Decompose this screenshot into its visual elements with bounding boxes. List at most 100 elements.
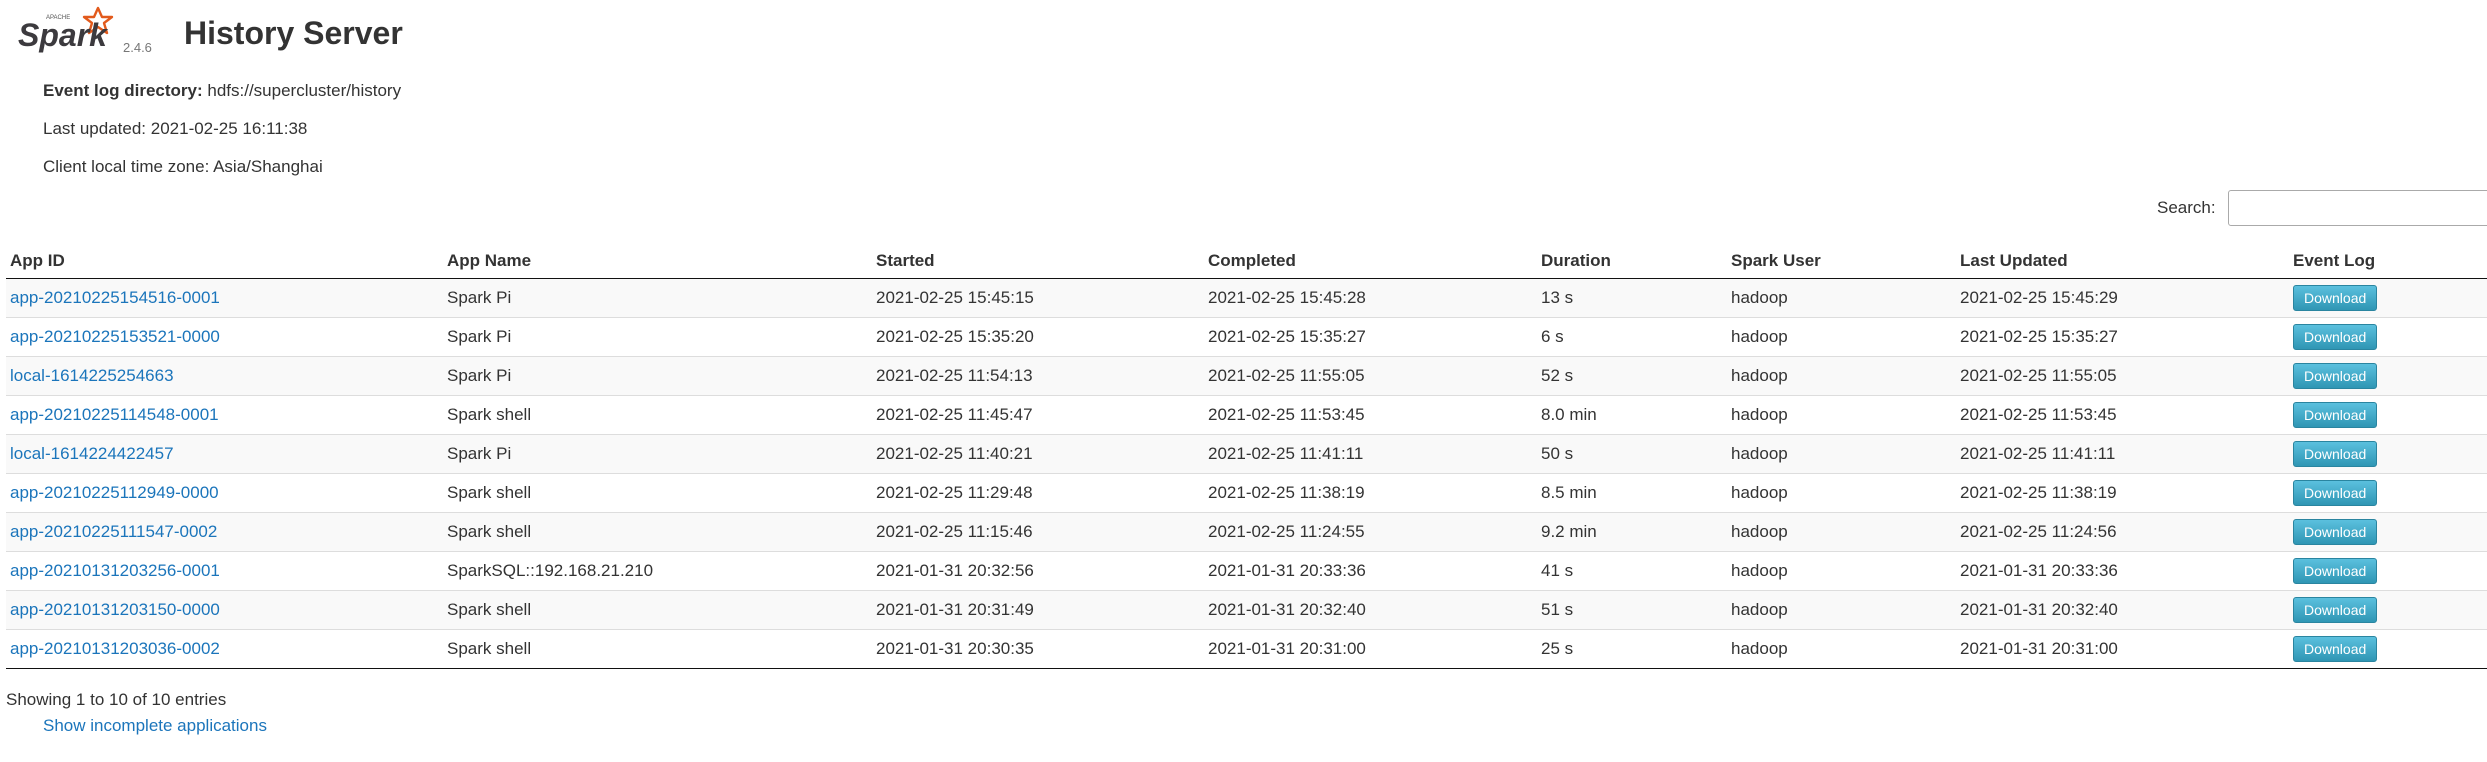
last-updated-cell: 2021-02-25 15:35:27 [1956, 317, 2289, 357]
table-body: app-20210225154516-0001 Spark Pi 2021-02… [6, 278, 2487, 669]
table-row: app-20210131203256-0001 SparkSQL::192.16… [6, 551, 2487, 591]
app-name-cell: Spark shell [443, 590, 872, 630]
app-id-link[interactable]: app-20210225153521-0000 [10, 327, 220, 346]
col-header-spark-user[interactable]: Spark User [1727, 244, 1956, 279]
event-log-label: Event log directory: [43, 81, 203, 100]
search-input[interactable] [2228, 190, 2487, 226]
logo-text: Spark [18, 17, 109, 53]
col-header-last-updated[interactable]: Last Updated [1956, 244, 2289, 279]
spark-user-cell: hadoop [1727, 356, 1956, 396]
download-button[interactable]: Download [2293, 480, 2378, 506]
duration-cell: 13 s [1541, 288, 1574, 307]
app-id-link[interactable]: app-20210131203150-0000 [10, 600, 220, 619]
app-name-cell: Spark shell [443, 473, 872, 513]
completed-cell: 2021-02-25 11:24:55 [1204, 512, 1537, 552]
completed-cell: 2021-02-25 11:55:05 [1204, 356, 1537, 396]
app-id-link[interactable]: local-1614225254663 [10, 366, 174, 385]
table-row: app-20210225112949-0000 Spark shell 2021… [6, 473, 2487, 513]
col-header-app-id[interactable]: App ID [6, 244, 443, 279]
started-cell: 2021-01-31 20:32:56 [872, 551, 1204, 591]
completed-cell: 2021-02-25 15:45:28 [1208, 288, 1366, 307]
table-row: local-1614225254663 Spark Pi 2021-02-25 … [6, 356, 2487, 396]
started-cell: 2021-01-31 20:31:49 [872, 590, 1204, 630]
col-header-completed[interactable]: Completed [1204, 244, 1537, 279]
started-cell: 2021-02-25 11:54:13 [872, 356, 1204, 396]
last-updated-cell: 2021-01-31 20:31:00 [1956, 629, 2289, 669]
app-id-link[interactable]: app-20210225111547-0002 [10, 522, 217, 541]
download-button[interactable]: Download [2293, 441, 2378, 467]
started-cell: 2021-02-25 15:35:20 [872, 317, 1204, 357]
app-name-cell: Spark shell [443, 629, 872, 669]
last-updated-cell: 2021-02-25 11:41:11 [1956, 434, 2289, 474]
app-name-cell: Spark shell [443, 512, 872, 552]
download-button[interactable]: Download [2293, 324, 2378, 350]
download-button[interactable]: Download [2293, 519, 2378, 545]
applications-table: App ID App Name Started Completed Durati… [6, 244, 2487, 669]
duration-cell: 50 s [1537, 434, 1727, 474]
client-timezone: Client local time zone: Asia/Shanghai [43, 157, 323, 176]
completed-cell: 2021-01-31 20:33:36 [1204, 551, 1537, 591]
last-updated-cell: 2021-01-31 20:33:36 [1956, 551, 2289, 591]
download-button[interactable]: Download [2293, 597, 2378, 623]
download-button[interactable]: Download [2293, 363, 2378, 389]
app-name-cell: Spark Pi [443, 317, 872, 357]
col-header-app-name[interactable]: App Name [443, 244, 872, 279]
started-cell: 2021-02-25 15:45:15 [876, 288, 1034, 307]
spark-user-cell: hadoop [1727, 317, 1956, 357]
started-cell: 2021-02-25 11:15:46 [872, 512, 1204, 552]
app-name-cell: Spark Pi [443, 434, 872, 474]
download-button[interactable]: Download [2293, 402, 2378, 428]
app-id-link[interactable]: app-20210131203036-0002 [10, 639, 220, 658]
app-id-link[interactable]: app-20210225154516-0001 [10, 288, 220, 307]
spark-user-cell: hadoop [1727, 473, 1956, 513]
col-header-started[interactable]: Started [872, 244, 1204, 279]
table-row: app-20210225111547-0002 Spark shell 2021… [6, 512, 2487, 552]
download-button[interactable]: Download [2293, 636, 2378, 662]
app-id-link[interactable]: app-20210131203256-0001 [10, 561, 220, 580]
spark-user-cell: hadoop [1731, 288, 1788, 307]
spark-user-cell: hadoop [1727, 434, 1956, 474]
app-id-link[interactable]: app-20210225112949-0000 [10, 483, 219, 502]
last-updated: Last updated: 2021-02-25 16:11:38 [43, 119, 308, 138]
col-header-duration[interactable]: Duration [1537, 244, 1727, 279]
spark-user-cell: hadoop [1727, 629, 1956, 669]
duration-cell: 9.2 min [1537, 512, 1727, 552]
col-header-event-log[interactable]: Event Log [2289, 244, 2487, 279]
table-row: app-20210131203036-0002 Spark shell 2021… [6, 629, 2487, 669]
last-updated-cell: 2021-02-25 11:38:19 [1956, 473, 2289, 513]
table-row: app-20210225154516-0001 Spark Pi 2021-02… [6, 278, 2487, 318]
download-button[interactable]: Download [2293, 558, 2378, 584]
spark-user-cell: hadoop [1727, 395, 1956, 435]
duration-cell: 25 s [1537, 629, 1727, 669]
page-title: History Server [184, 15, 403, 51]
show-incomplete-link[interactable]: Show incomplete applications [43, 716, 267, 736]
spark-user-cell: hadoop [1727, 551, 1956, 591]
last-updated-cell: 2021-01-31 20:32:40 [1956, 590, 2289, 630]
table-row: app-20210225153521-0000 Spark Pi 2021-02… [6, 317, 2487, 357]
duration-cell: 8.5 min [1537, 473, 1727, 513]
app-name-cell: SparkSQL::192.168.21.210 [443, 551, 872, 591]
last-updated-cell: 2021-02-25 11:53:45 [1956, 395, 2289, 435]
completed-cell: 2021-01-31 20:32:40 [1204, 590, 1537, 630]
app-id-link[interactable]: local-1614224422457 [10, 444, 174, 463]
started-cell: 2021-01-31 20:30:35 [872, 629, 1204, 669]
app-name-cell: Spark Pi [447, 288, 512, 307]
table-row: local-1614224422457 Spark Pi 2021-02-25 … [6, 434, 2487, 474]
completed-cell: 2021-02-25 11:53:45 [1204, 395, 1537, 435]
last-updated-cell: 2021-02-25 15:45:29 [1960, 288, 2118, 307]
version-label: 2.4.6 [123, 40, 152, 55]
app-name-cell: Spark Pi [443, 356, 872, 396]
duration-cell: 52 s [1537, 356, 1727, 396]
table-row: app-20210131203150-0000 Spark shell 2021… [6, 590, 2487, 630]
table-row: app-20210225114548-0001 Spark shell 2021… [6, 395, 2487, 435]
last-updated-cell: 2021-02-25 11:24:56 [1956, 512, 2289, 552]
entries-info: Showing 1 to 10 of 10 entries [6, 690, 227, 709]
spark-logo: APACHE Spark [18, 6, 114, 53]
spark-user-cell: hadoop [1727, 512, 1956, 552]
download-button[interactable]: Download [2293, 285, 2378, 311]
app-id-link[interactable]: app-20210225114548-0001 [10, 405, 219, 424]
table-header-row: App ID App Name Started Completed Durati… [6, 244, 2487, 279]
duration-cell: 51 s [1537, 590, 1727, 630]
started-cell: 2021-02-25 11:29:48 [872, 473, 1204, 513]
event-log-directory: Event log directory: hdfs://supercluster… [43, 80, 401, 102]
